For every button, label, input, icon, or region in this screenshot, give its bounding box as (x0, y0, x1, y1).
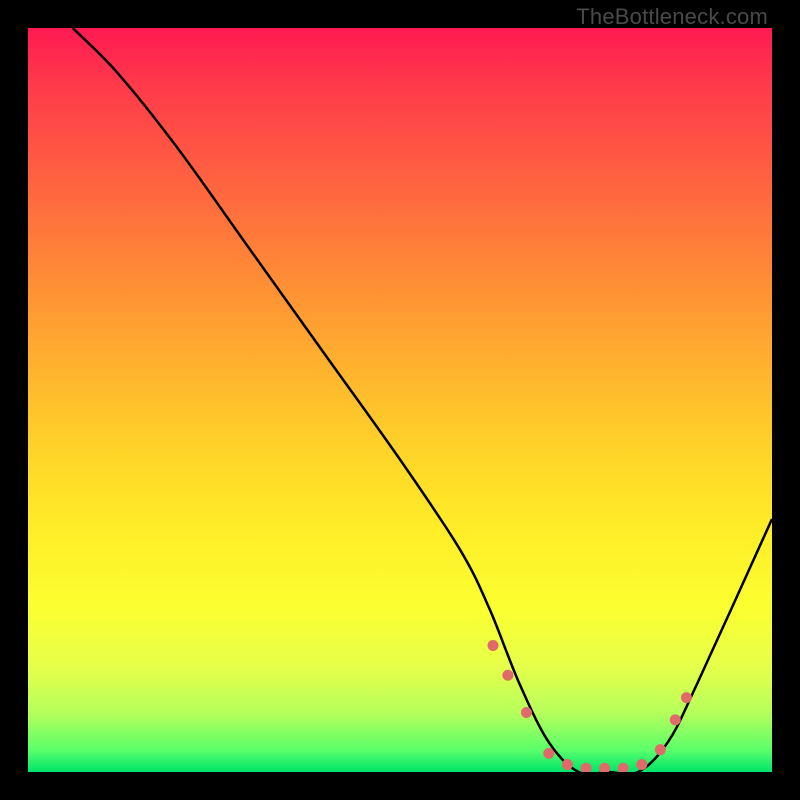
highlight-dot (562, 759, 573, 770)
highlight-dot (502, 670, 513, 681)
highlight-dot (488, 640, 499, 651)
highlight-dot (618, 763, 629, 772)
bottleneck-curve (73, 28, 772, 772)
highlight-dot (543, 748, 554, 759)
highlight-dot (670, 714, 681, 725)
highlight-dot (655, 744, 666, 755)
highlight-dot (681, 692, 692, 703)
chart-frame (28, 28, 772, 772)
highlight-dot (521, 707, 532, 718)
highlight-dot (599, 763, 610, 772)
chart-svg (28, 28, 772, 772)
highlight-dot (581, 763, 592, 772)
highlight-dot (636, 759, 647, 770)
watermark-text: TheBottleneck.com (576, 4, 768, 30)
